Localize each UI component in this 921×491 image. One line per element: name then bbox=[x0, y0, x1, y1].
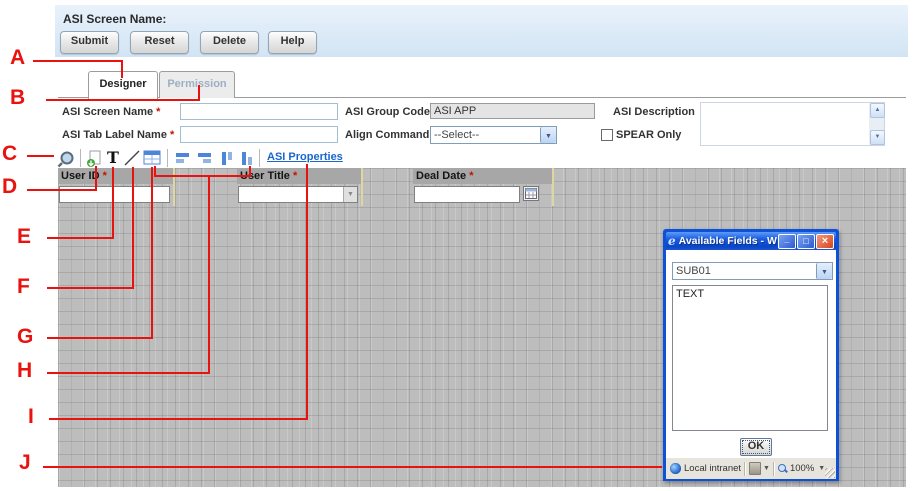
required-asterisk: * bbox=[156, 106, 160, 118]
field-label: User Title * bbox=[237, 168, 361, 184]
annotation-letter-j: J bbox=[19, 451, 31, 475]
chevron-down-icon[interactable]: ▼ bbox=[763, 461, 770, 476]
help-button[interactable]: Help bbox=[268, 31, 317, 54]
scroll-up-icon[interactable]: ▲ bbox=[870, 103, 885, 118]
zoom-level-icon bbox=[778, 464, 787, 473]
field-cell-user-id[interactable]: User ID * bbox=[58, 168, 175, 206]
annotation-letter-h: H bbox=[17, 359, 32, 383]
annotation-letter-e: E bbox=[17, 225, 31, 249]
screen-name-input[interactable] bbox=[180, 103, 338, 120]
calendar-button[interactable] bbox=[523, 186, 539, 201]
tab-label-name-label: ASI Tab Label Name * bbox=[62, 129, 174, 141]
list-item[interactable]: TEXT bbox=[673, 286, 827, 302]
deal-date-input[interactable] bbox=[414, 186, 520, 203]
align-command-label: Align Command bbox=[345, 129, 429, 141]
description-textarea[interactable]: ▲ ▼ bbox=[700, 102, 885, 146]
required-asterisk: * bbox=[103, 170, 107, 182]
description-label: ASI Description bbox=[613, 106, 695, 118]
chevron-down-icon[interactable]: ▼ bbox=[540, 127, 556, 143]
popup-title: Available Fields - Wind... bbox=[679, 235, 777, 247]
annotation-letter-a: A bbox=[10, 46, 25, 70]
tab-label-name-input[interactable] bbox=[180, 126, 338, 143]
user-title-select[interactable]: ▼ bbox=[238, 186, 358, 203]
spear-only-label: SPEAR Only bbox=[616, 129, 681, 141]
status-separator bbox=[744, 462, 746, 476]
available-fields-window[interactable]: e Available Fields - Wind... _ □ × SUB01… bbox=[663, 229, 839, 481]
popup-content: SUB01 ▼ TEXT OK bbox=[666, 250, 836, 457]
resize-grip[interactable] bbox=[825, 468, 835, 478]
field-label: User ID * bbox=[58, 168, 173, 184]
annotation-letter-c: C bbox=[2, 142, 17, 166]
required-asterisk: * bbox=[469, 170, 473, 182]
group-code-value: ASI APP bbox=[430, 103, 595, 119]
toolbar-separator bbox=[259, 149, 260, 167]
toolbar-separator bbox=[80, 149, 81, 167]
align-top-icon[interactable] bbox=[219, 150, 235, 169]
subform-select[interactable]: SUB01 ▼ bbox=[672, 262, 833, 280]
screen-name-label: ASI Screen Name * bbox=[62, 106, 160, 118]
popup-status-bar: Local intranet ▼ 100% ▼ bbox=[666, 457, 836, 479]
description-scrollbar[interactable]: ▲ ▼ bbox=[869, 103, 884, 145]
text-tool-icon[interactable]: T bbox=[107, 150, 119, 166]
annotation-letter-f: F bbox=[17, 275, 30, 299]
spear-only-checkbox[interactable] bbox=[601, 129, 613, 141]
maximize-icon[interactable]: □ bbox=[797, 234, 815, 249]
align-command-select[interactable]: --Select-- ▼ bbox=[430, 126, 557, 144]
reset-button[interactable]: Reset bbox=[130, 31, 189, 54]
table-tool-icon[interactable] bbox=[143, 150, 161, 168]
close-icon[interactable]: × bbox=[816, 234, 834, 249]
status-zone-text: Local intranet bbox=[684, 463, 741, 474]
align-left-icon[interactable] bbox=[174, 150, 191, 169]
scroll-down-icon[interactable]: ▼ bbox=[870, 130, 885, 145]
submit-button[interactable]: Submit bbox=[60, 31, 119, 54]
annotation-letter-i: I bbox=[28, 405, 34, 429]
asi-properties-link[interactable]: ASI Properties bbox=[267, 151, 343, 163]
tab-permission[interactable]: Permission bbox=[159, 71, 235, 98]
popup-title-bar[interactable]: e Available Fields - Wind... _ □ × bbox=[666, 232, 836, 250]
chevron-down-icon[interactable]: ▼ bbox=[816, 263, 832, 279]
tab-designer[interactable]: Designer bbox=[88, 71, 158, 99]
asi-designer-page: ASI Screen Name: Submit Reset Delete Hel… bbox=[0, 0, 921, 491]
ok-button[interactable]: OK bbox=[740, 438, 772, 456]
protected-mode-icon bbox=[749, 462, 761, 475]
delete-button[interactable]: Delete bbox=[200, 31, 259, 54]
annotation-letter-b: B bbox=[10, 86, 25, 110]
intranet-zone-icon bbox=[670, 463, 681, 474]
annotation-letter-d: D bbox=[2, 175, 17, 199]
field-cell-deal-date[interactable]: Deal Date * bbox=[413, 168, 554, 206]
field-cell-user-title[interactable]: User Title * ▼ bbox=[237, 168, 363, 206]
minimize-icon[interactable]: _ bbox=[778, 234, 796, 249]
align-right-icon[interactable] bbox=[196, 150, 213, 169]
required-asterisk: * bbox=[170, 129, 174, 141]
user-id-input[interactable] bbox=[59, 186, 170, 203]
annotation-letter-g: G bbox=[17, 325, 33, 349]
internet-explorer-icon: e bbox=[668, 235, 676, 247]
available-fields-listbox[interactable]: TEXT bbox=[672, 285, 828, 431]
status-separator bbox=[773, 462, 775, 476]
align-bottom-icon[interactable] bbox=[239, 150, 255, 169]
group-code-label: ASI Group Code bbox=[345, 106, 430, 118]
chevron-down-icon[interactable]: ▼ bbox=[343, 187, 357, 202]
zoom-level-text[interactable]: 100% bbox=[790, 463, 814, 474]
page-title: ASI Screen Name: bbox=[63, 12, 166, 26]
line-tool-icon[interactable] bbox=[124, 150, 140, 169]
toolbar-separator bbox=[167, 149, 168, 167]
required-asterisk: * bbox=[293, 170, 297, 182]
field-label: Deal Date * bbox=[413, 168, 552, 184]
